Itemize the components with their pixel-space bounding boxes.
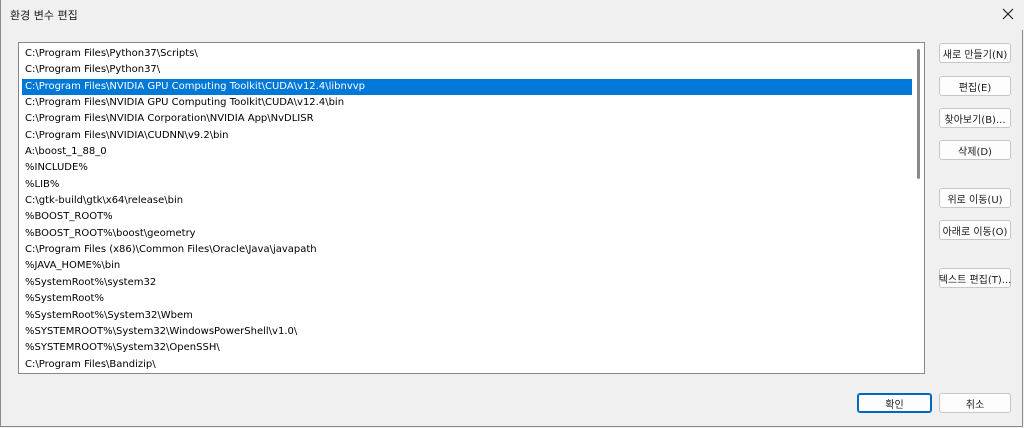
list-item[interactable]: C:\Program Files\Bandizip\ (22, 357, 912, 373)
cancel-button[interactable]: 취소 (939, 393, 1011, 413)
new-button[interactable]: 새로 만들기(N) (939, 43, 1011, 63)
list-item[interactable]: C:\Program Files\Python37\Scripts\ (22, 46, 912, 62)
list-item[interactable]: %BOOST_ROOT%\boost\geometry (22, 226, 912, 242)
browse-button[interactable]: 찾아보기(B)... (939, 108, 1011, 128)
window-title: 환경 변수 편집 (10, 9, 78, 22)
list-item[interactable]: C:\Program Files\NVIDIA GPU Computing To… (22, 78, 912, 96)
edit-text-button[interactable]: 텍스트 편집(T)... (939, 268, 1011, 288)
list-item[interactable]: %SystemRoot% (22, 291, 912, 307)
ok-button[interactable]: 확인 (857, 393, 932, 413)
list-item[interactable]: C:\Program Files\NVIDIA Corporation\NVID… (22, 111, 912, 127)
path-list-rows: C:\Program Files\Python37\Scripts\ C:\Pro… (22, 46, 912, 373)
list-item[interactable]: %SystemRoot%\system32 (22, 275, 912, 291)
scrollbar-thumb[interactable] (917, 49, 920, 179)
move-down-button[interactable]: 아래로 이동(O) (939, 220, 1011, 240)
list-item[interactable]: C:\Program Files (x86)\Common Files\Orac… (22, 242, 912, 258)
vertical-scrollbar[interactable] (915, 45, 921, 371)
list-item[interactable]: C:\Program Files\NVIDIA GPU Computing To… (22, 95, 912, 111)
edit-button[interactable]: 편집(E) (939, 76, 1011, 96)
list-item[interactable]: %INCLUDE% (22, 160, 912, 176)
title-bar: 환경 변수 편집 (1, 0, 1024, 30)
move-up-button[interactable]: 위로 이동(U) (939, 188, 1011, 208)
list-item[interactable]: C:\Program Files\NVIDIA\CUDNN\v9.2\bin (22, 128, 912, 144)
dialog-window: 환경 변수 편집 C:\Program Files\Python37\Scrip… (0, 0, 1024, 427)
list-item[interactable]: C:\Program Files\Python37\ (22, 62, 912, 78)
list-item[interactable]: %SYSTEMROOT%\System32\OpenSSH\ (22, 340, 912, 356)
list-item[interactable]: %JAVA_HOME%\bin (22, 258, 912, 274)
close-icon (1002, 8, 1014, 20)
path-list[interactable]: C:\Program Files\Python37\Scripts\ C:\Pro… (18, 42, 925, 374)
close-button[interactable] (997, 0, 1019, 28)
list-item[interactable]: C:\gtk-build\gtk\x64\release\bin (22, 193, 912, 209)
delete-button[interactable]: 삭제(D) (939, 140, 1011, 160)
list-item[interactable]: %SystemRoot%\System32\Wbem (22, 308, 912, 324)
list-item[interactable]: %SYSTEMROOT%\System32\WindowsPowerShell\… (22, 324, 912, 340)
list-item[interactable]: %BOOST_ROOT% (22, 209, 912, 225)
list-item[interactable]: %LIB% (22, 177, 912, 193)
list-item[interactable]: A:\boost_1_88_0 (22, 144, 912, 160)
